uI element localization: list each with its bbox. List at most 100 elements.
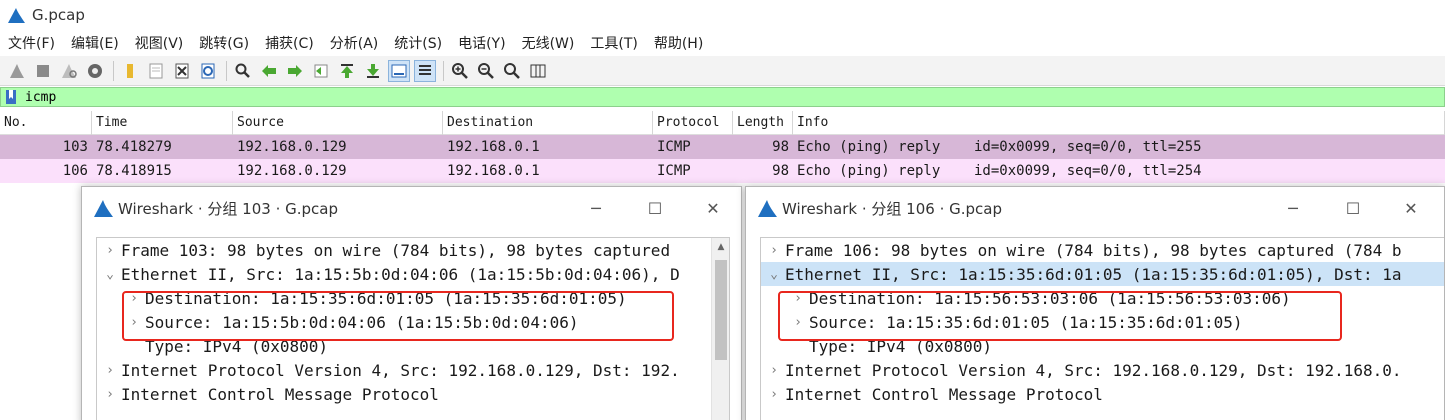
tree-item-label: Internet Protocol Version 4, Src: 192.16… [785, 360, 1402, 380]
main-toolbar [0, 56, 1445, 86]
tree-item-label: Ethernet II, Src: 1a:15:5b:0d:04:06 (1a:… [121, 264, 680, 284]
tree-item-icmp[interactable]: › Internet Control Message Protocol [761, 382, 1444, 406]
cell-no: 103 [62, 139, 88, 155]
go-back-icon[interactable] [258, 60, 280, 82]
toolbar-separator [226, 60, 227, 81]
menu-view[interactable]: 视图(V) [135, 33, 184, 53]
column-header-time[interactable]: Time [92, 110, 233, 135]
column-header-no[interactable]: No. [0, 110, 92, 135]
menu-wireless[interactable]: 无线(W) [522, 33, 575, 53]
menu-statistics[interactable]: 统计(S) [394, 33, 442, 53]
menu-telephony[interactable]: 电话(Y) [458, 33, 505, 53]
maximize-button[interactable]: ☐ [1330, 187, 1376, 229]
colorize-icon[interactable] [414, 59, 436, 82]
restart-capture-icon[interactable] [58, 60, 80, 82]
tree-item-frame[interactable]: › Frame 103: 98 bytes on wire (784 bits)… [97, 238, 729, 262]
highlight-box [122, 291, 674, 341]
open-file-icon[interactable] [119, 60, 141, 82]
menu-analyze[interactable]: 分析(A) [330, 33, 379, 53]
vertical-scrollbar[interactable]: ▲ ▼ [711, 238, 729, 420]
menu-edit[interactable]: 编辑(E) [71, 33, 119, 53]
menu-file[interactable]: 文件(F) [8, 33, 55, 53]
column-header-protocol[interactable]: Protocol [653, 110, 733, 135]
wireshark-logo-icon [94, 200, 113, 217]
zoom-in-icon[interactable] [449, 60, 471, 82]
expand-arrow-icon[interactable]: › [763, 243, 785, 258]
tree-item-icmp[interactable]: › Internet Control Message Protocol [97, 382, 729, 406]
packet-list: No. Time Source Destination Protocol Len… [0, 110, 1445, 183]
tree-item-ethernet[interactable]: ⌄ Ethernet II, Src: 1a:15:35:6d:01:05 (1… [761, 262, 1444, 286]
close-file-icon[interactable] [171, 60, 193, 82]
resize-columns-icon[interactable] [527, 60, 549, 82]
cell-time: 78.418279 [96, 139, 172, 155]
packet-103-dialog: Wireshark · 分组 103 · G.pcap ─ ☐ ✕ › Fram… [81, 186, 742, 420]
tree-item-ethernet[interactable]: ⌄ Ethernet II, Src: 1a:15:5b:0d:04:06 (1… [97, 262, 729, 286]
expand-arrow-icon[interactable]: › [763, 363, 785, 378]
packet-row[interactable]: 106 78.418915 192.168.0.129 192.168.0.1 … [0, 159, 1445, 183]
wireshark-logo-icon [8, 8, 25, 23]
toolbar-separator [113, 60, 114, 81]
menu-bar: 文件(F) 编辑(E) 视图(V) 跳转(G) 捕获(C) 分析(A) 统计(S… [0, 30, 1445, 56]
filter-bookmark-icon[interactable] [3, 88, 19, 106]
packet-106-dialog: Wireshark · 分组 106 · G.pcap ─ ☐ ✕ › Fram… [745, 186, 1445, 420]
tree-item-label: Internet Protocol Version 4, Src: 192.16… [121, 360, 680, 380]
dialog-title: Wireshark · 分组 103 · G.pcap [118, 199, 338, 218]
cell-source: 192.168.0.129 [237, 139, 347, 155]
display-filter-bar [0, 87, 1445, 107]
cell-time: 78.418915 [96, 163, 172, 179]
main-title-bar: G.pcap [0, 0, 1445, 30]
tree-item-label: Ethernet II, Src: 1a:15:35:6d:01:05 (1a:… [785, 264, 1402, 284]
zoom-normal-icon[interactable] [501, 60, 523, 82]
tree-item-frame[interactable]: › Frame 106: 98 bytes on wire (784 bits)… [761, 238, 1444, 262]
autoscroll-icon[interactable] [388, 59, 410, 82]
tree-item-label: Frame 103: 98 bytes on wire (784 bits), … [121, 240, 671, 260]
cell-protocol: ICMP [657, 163, 691, 179]
packet-row[interactable]: 103 78.418279 192.168.0.129 192.168.0.1 … [0, 135, 1445, 159]
reload-file-icon[interactable] [197, 60, 219, 82]
collapse-arrow-icon[interactable]: ⌄ [99, 267, 121, 282]
cell-destination: 192.168.0.1 [447, 163, 540, 179]
close-button[interactable]: ✕ [1388, 187, 1434, 229]
go-last-icon[interactable] [362, 60, 384, 82]
toolbar-separator [443, 60, 444, 81]
menu-tools[interactable]: 工具(T) [590, 33, 637, 53]
tree-item-ipv4[interactable]: › Internet Protocol Version 4, Src: 192.… [761, 358, 1444, 382]
cell-protocol: ICMP [657, 139, 691, 155]
expand-arrow-icon[interactable]: › [99, 387, 121, 402]
column-header-length[interactable]: Length [733, 110, 793, 135]
go-to-packet-icon[interactable] [310, 60, 332, 82]
scroll-up-icon[interactable]: ▲ [712, 238, 729, 256]
go-forward-icon[interactable] [284, 60, 306, 82]
capture-options-icon[interactable] [84, 60, 106, 82]
cell-destination: 192.168.0.1 [447, 139, 540, 155]
expand-arrow-icon[interactable]: › [763, 387, 785, 402]
zoom-out-icon[interactable] [475, 60, 497, 82]
column-header-destination[interactable]: Destination [443, 110, 653, 135]
packet-list-header: No. Time Source Destination Protocol Len… [0, 110, 1445, 135]
minimize-button[interactable]: ─ [1270, 187, 1316, 229]
scrollbar-thumb[interactable] [715, 260, 727, 360]
stop-capture-icon[interactable] [32, 60, 54, 82]
expand-arrow-icon[interactable]: › [99, 243, 121, 258]
tree-item-label: Frame 106: 98 bytes on wire (784 bits), … [785, 240, 1402, 260]
display-filter-input[interactable] [25, 89, 1025, 105]
maximize-button[interactable]: ☐ [632, 187, 678, 229]
tree-item-label: Internet Control Message Protocol [121, 384, 439, 404]
cell-source: 192.168.0.129 [237, 163, 347, 179]
window-title: G.pcap [32, 6, 85, 24]
minimize-button[interactable]: ─ [573, 187, 619, 229]
column-header-source[interactable]: Source [233, 110, 443, 135]
menu-help[interactable]: 帮助(H) [654, 33, 703, 53]
close-button[interactable]: ✕ [690, 187, 736, 229]
cell-length: 98 [772, 139, 789, 155]
column-header-info[interactable]: Info [793, 110, 1445, 135]
expand-arrow-icon[interactable]: › [99, 363, 121, 378]
start-capture-icon[interactable] [6, 60, 28, 82]
go-first-icon[interactable] [336, 60, 358, 82]
tree-item-ipv4[interactable]: › Internet Protocol Version 4, Src: 192.… [97, 358, 729, 382]
save-file-icon[interactable] [145, 60, 167, 82]
find-packet-icon[interactable] [232, 60, 254, 82]
menu-go[interactable]: 跳转(G) [199, 33, 249, 53]
menu-capture[interactable]: 捕获(C) [265, 33, 314, 53]
collapse-arrow-icon[interactable]: ⌄ [763, 267, 785, 282]
